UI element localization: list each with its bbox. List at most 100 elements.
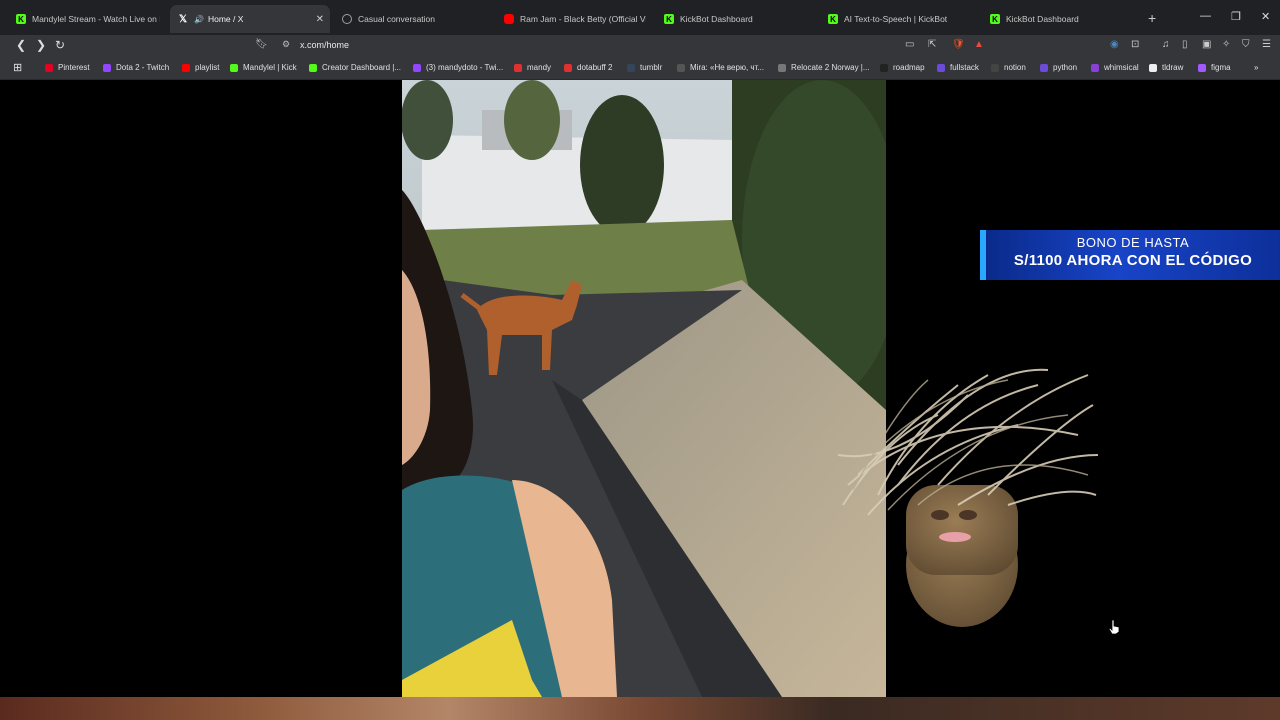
figma-icon — [1198, 63, 1206, 72]
pinterest-icon — [45, 63, 53, 72]
bookmark-tldraw[interactable]: tldraw — [1149, 63, 1183, 72]
bookmark-label: figma — [1211, 63, 1231, 72]
restore-icon[interactable]: ❐ — [1231, 10, 1241, 23]
bookmark-label: Mira: «Не верю, чт... — [690, 63, 765, 72]
bookmark-label: (3) mandydoto - Twi... — [426, 63, 504, 72]
window-close-icon[interactable]: ✕ — [1261, 10, 1270, 23]
tab-ram-jam[interactable]: Ram Jam - Black Betty (Official Vide — [496, 5, 654, 33]
mandy-icon — [514, 63, 522, 72]
kick-icon: K — [16, 14, 26, 24]
bookmark-label: notion — [1004, 63, 1026, 72]
cast-icon[interactable]: ▭ — [905, 39, 914, 50]
mandydoto-twitch-icon — [413, 63, 421, 72]
bookmark-tumblr[interactable]: tumblr — [627, 63, 662, 72]
bookmark-icon[interactable]: 🔖︎ — [255, 39, 268, 50]
bookmark-label: tldraw — [1162, 63, 1184, 72]
tab-home-x[interactable]: 𝕏 🔊 Home / X ✕ — [170, 5, 330, 33]
bookmark-notion[interactable]: notion — [991, 63, 1026, 72]
bookmark-fullstack[interactable]: fullstack — [937, 63, 979, 72]
bookmark-dotabuff[interactable]: dotabuff 2 — [564, 63, 612, 72]
tldraw-icon — [1149, 63, 1157, 72]
bookmark-creator-dashboard[interactable]: Creator Dashboard |... — [309, 63, 401, 72]
bookmark-label: fullstack — [950, 63, 979, 72]
bookmark-pinterest[interactable]: Pinterest — [45, 63, 90, 72]
tab-label: KickBot Dashboard — [1006, 14, 1079, 24]
mandylel-kick-icon — [230, 63, 238, 72]
mira-icon — [677, 63, 685, 72]
site-info-icon[interactable]: ⚙︎ — [282, 39, 290, 50]
menu-icon[interactable]: ☰ — [1262, 39, 1271, 50]
kick-icon: K — [664, 14, 674, 24]
close-tab-icon[interactable]: ✕ — [316, 14, 324, 25]
bookmark-mira[interactable]: Mira: «Не верю, чт... — [677, 63, 764, 72]
bookmark-dota2-twitch[interactable]: Dota 2 - Twitch — [103, 63, 169, 72]
youtube-icon — [504, 14, 514, 24]
bookmark-label: whimsical — [1104, 63, 1139, 72]
bookmark-label: dotabuff 2 — [577, 63, 613, 72]
apps-icon[interactable]: ⊞ — [13, 61, 22, 74]
more-bookmarks-icon[interactable]: » — [1254, 63, 1258, 72]
video-player[interactable] — [402, 80, 886, 697]
leo-icon[interactable]: ✧ — [1222, 39, 1230, 50]
bookmark-label: playlist — [195, 63, 220, 72]
relocate-norway-icon — [778, 63, 786, 72]
wallet-icon[interactable]: ▣ — [1202, 39, 1211, 50]
bookmark-python[interactable]: python — [1040, 63, 1077, 72]
bookmark-playlist[interactable]: playlist — [182, 63, 219, 72]
share-icon[interactable]: ⇱ — [928, 39, 936, 50]
tab-casual-conversation[interactable]: Casual conversation — [334, 5, 494, 33]
tab-kickbot-dashboard[interactable]: K KickBot Dashboard — [656, 5, 816, 33]
brave-rewards-icon[interactable]: ▲ — [974, 39, 984, 50]
tumblr-icon — [627, 63, 635, 72]
bookmark-mandy[interactable]: mandy — [514, 63, 551, 72]
extension-icon-2[interactable]: ⊡ — [1131, 39, 1139, 50]
kick-icon: K — [828, 14, 838, 24]
sidebar-icon[interactable]: ▯ — [1182, 39, 1188, 50]
tab-ai-tts-kickbot[interactable]: K AI Text-to-Speech | KickBot — [820, 5, 980, 33]
url-field[interactable]: x.com/home — [300, 40, 349, 50]
extension-icon[interactable]: ◉ — [1110, 39, 1119, 50]
bookmark-label: Creator Dashboard |... — [322, 63, 402, 72]
python-icon — [1040, 63, 1048, 72]
creator-dashboard-icon — [309, 63, 317, 72]
video-frame — [402, 80, 886, 697]
bookmark-label: roadmap — [893, 63, 925, 72]
tab-mandylel-stream[interactable]: K Mandylel Stream - Watch Live on Ki — [8, 5, 168, 33]
tab-label: Casual conversation — [358, 14, 436, 24]
tab-label: Mandylel Stream - Watch Live on Ki — [32, 14, 160, 24]
fullstack-icon — [937, 63, 945, 72]
bookmark-label: mandy — [527, 63, 552, 72]
bookmark-label: Mandylel | Kick — [243, 63, 297, 72]
whimsical-icon — [1091, 63, 1099, 72]
bookmark-roadmap[interactable]: roadmap — [880, 63, 925, 72]
brave-shield-icon[interactable]: 🛡︎ — [952, 39, 965, 50]
back-button[interactable]: ❮ — [16, 38, 26, 52]
bookmark-label: Relocate 2 Norway |... — [791, 63, 870, 72]
tab-strip: K Mandylel Stream - Watch Live on Ki 𝕏 🔊… — [0, 0, 1280, 35]
dotabuff-icon — [564, 63, 572, 72]
forward-button[interactable]: ❯ — [36, 38, 46, 52]
speaker-icon[interactable]: 🔊 — [194, 15, 204, 24]
notion-icon — [991, 63, 999, 72]
kick-icon: K — [990, 14, 1000, 24]
promo-banner[interactable]: BONO DE HASTA S/1100 AHORA CON EL CÓDIGO — [980, 230, 1280, 280]
bookmark-mandydoto-twitch[interactable]: (3) mandydoto - Twi... — [413, 63, 503, 72]
desk-background-strip — [0, 697, 1280, 720]
bookmark-mandylel-kick[interactable]: Mandylel | Kick — [230, 63, 297, 72]
potato-avatar-overlay — [838, 368, 1099, 627]
reload-button[interactable]: ↻ — [55, 38, 65, 52]
media-icon[interactable]: ♫ — [1162, 39, 1170, 50]
tab-label: Ram Jam - Black Betty (Official Vide — [520, 14, 646, 24]
x-icon: 𝕏 — [178, 13, 188, 25]
bookmark-figma[interactable]: figma — [1198, 63, 1231, 72]
bookmark-label: python — [1053, 63, 1078, 72]
hand-cursor-icon — [1108, 619, 1120, 635]
vpn-icon[interactable]: ⛉ — [1242, 39, 1250, 50]
new-tab-button[interactable]: + — [1148, 10, 1156, 26]
minimize-icon[interactable]: — — [1200, 10, 1211, 22]
dota2-twitch-icon — [103, 63, 111, 72]
bookmark-whimsical[interactable]: whimsical — [1091, 63, 1139, 72]
bookmark-relocate-norway[interactable]: Relocate 2 Norway |... — [778, 63, 870, 72]
tab-kickbot-dashboard-2[interactable]: K KickBot Dashboard — [982, 5, 1142, 33]
bookmark-label: Dota 2 - Twitch — [116, 63, 170, 72]
